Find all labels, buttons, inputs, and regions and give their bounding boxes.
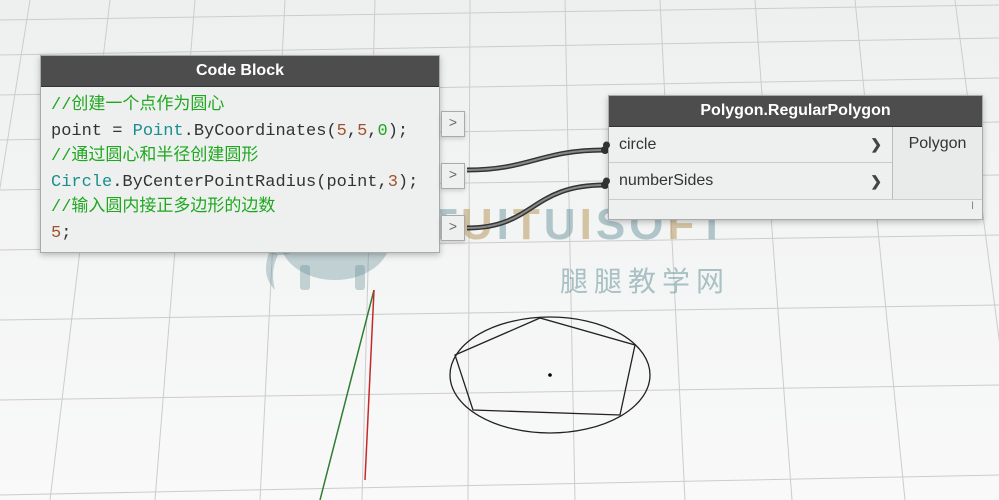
output-polygon[interactable]: Polygon: [892, 127, 982, 199]
polygon-node-title: Polygon.RegularPolygon: [609, 96, 982, 127]
chevron-right-icon: ❯: [870, 136, 882, 153]
geometry-preview: [435, 300, 695, 470]
input-numbersides-label: numberSides: [619, 172, 870, 190]
output-port-2[interactable]: >: [441, 163, 465, 189]
input-circle[interactable]: circle ❯: [609, 127, 892, 163]
output-port-3[interactable]: >: [441, 215, 465, 241]
input-circle-label: circle: [619, 136, 870, 154]
chevron-right-icon: ❯: [870, 173, 882, 190]
polygon-node[interactable]: Polygon.RegularPolygon circle ❯ numberSi…: [608, 95, 983, 220]
input-port-icon: [603, 178, 610, 185]
code-block-title: Code Block: [41, 56, 439, 87]
code-block-body[interactable]: //创建一个点作为圆心 point = Point.ByCoordinates(…: [41, 87, 439, 252]
node-footer: I: [609, 199, 982, 219]
input-port-icon: [603, 141, 610, 148]
input-numbersides[interactable]: numberSides ❯: [609, 163, 892, 199]
output-port-1[interactable]: >: [441, 111, 465, 137]
code-block-node[interactable]: Code Block //创建一个点作为圆心 point = Point.ByC…: [40, 55, 440, 253]
